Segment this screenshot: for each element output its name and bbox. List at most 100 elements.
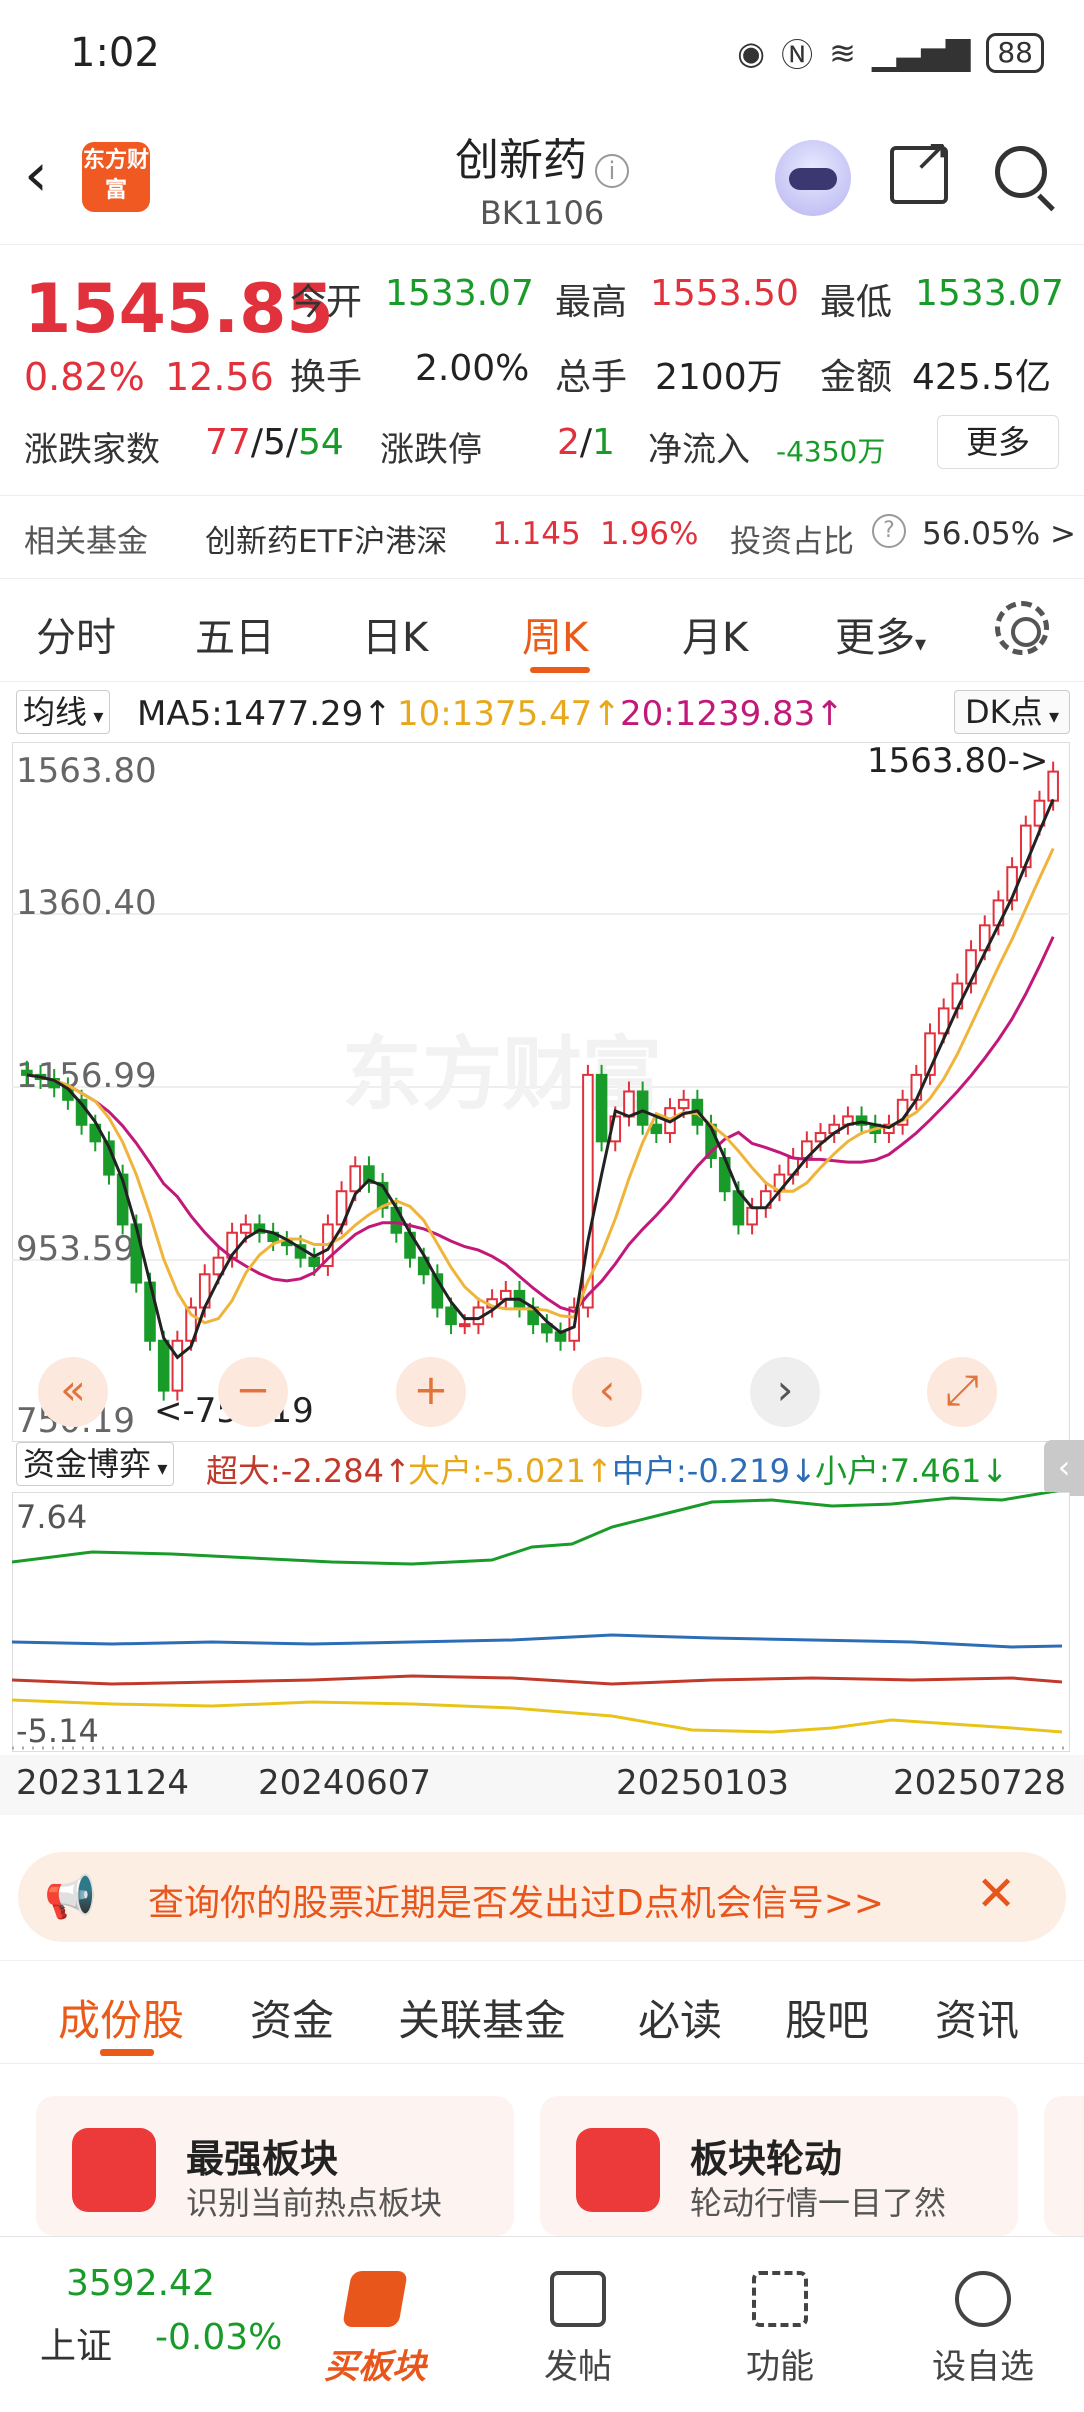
bottom-bar: 3592.42 上证 -0.03% 买板块 发帖 功能 设自选 bbox=[0, 2236, 1084, 2412]
buy-sector-icon bbox=[342, 2271, 408, 2327]
index-name[interactable]: 上证 bbox=[40, 2317, 112, 2369]
ma5-value: MA5:1477.29↑ bbox=[137, 694, 392, 734]
change-value: 12.56 bbox=[165, 355, 274, 399]
tab-5day[interactable]: 五日 bbox=[195, 605, 275, 663]
search-icon[interactable] bbox=[995, 146, 1047, 198]
battery-icon: 88 bbox=[986, 33, 1044, 73]
fund-label: 相关基金 bbox=[24, 524, 148, 560]
indicator-select[interactable]: 均线 ▾ bbox=[16, 690, 111, 734]
small-flow: 小户:7.461↓ bbox=[815, 1452, 1009, 1490]
weekly-k-chart[interactable]: 东方财富 1563.80 1360.40 1156.99 953.59 750.… bbox=[12, 742, 1070, 1442]
ma10-value: 10:1375.47↑ bbox=[397, 694, 621, 734]
function-label: 功能 bbox=[746, 2347, 814, 2387]
caret-down-icon: ▾ bbox=[915, 632, 927, 657]
page-title: 创新药 bbox=[455, 135, 587, 186]
tab-must-read[interactable]: 必读 bbox=[638, 1987, 722, 2048]
super-flow: 超大:-2.284↑ bbox=[206, 1452, 411, 1490]
clock: 1:02 bbox=[70, 30, 160, 76]
index-value[interactable]: 3592.42 bbox=[66, 2263, 215, 2304]
more-button[interactable]: 更多 bbox=[937, 415, 1059, 469]
fullscreen-icon[interactable]: ⤢ bbox=[927, 1357, 997, 1427]
card-sector-rotation[interactable]: 板块轮动 轮动行情一目了然 bbox=[540, 2096, 1018, 2236]
share-icon[interactable] bbox=[890, 130, 950, 204]
scroll-start-icon[interactable]: « bbox=[38, 1357, 108, 1427]
buy-sector-button[interactable]: 买板块 bbox=[300, 2271, 450, 2388]
date-label-3: 20250103 bbox=[616, 1763, 790, 1803]
candle-body bbox=[910, 1073, 923, 1101]
close-icon[interactable]: ✕ bbox=[976, 1866, 1016, 1922]
card-title: 板块轮动 bbox=[690, 2137, 843, 2181]
help-icon[interactable]: ? bbox=[872, 514, 906, 548]
eye-icon: ◉ bbox=[737, 34, 766, 72]
settings-gear-icon[interactable] bbox=[995, 601, 1049, 655]
tab-constituents[interactable]: 成份股 bbox=[58, 1987, 184, 2048]
flow-y-max: 7.64 bbox=[16, 1498, 87, 1536]
fund-indicator-select[interactable]: 资金博弈 ▾ bbox=[16, 1442, 175, 1486]
date-label-2: 20240607 bbox=[258, 1763, 432, 1803]
up-count: 77 bbox=[205, 422, 251, 463]
tab-capital[interactable]: 资金 bbox=[250, 1987, 334, 2048]
index-pct[interactable]: -0.03% bbox=[155, 2317, 282, 2358]
volume-label: 总手 bbox=[555, 357, 628, 398]
tab-news[interactable]: 资讯 bbox=[935, 1987, 1019, 2048]
quote-panel: 1545.85 0.82% 12.56 今开 1533.07 最高 1553.5… bbox=[0, 245, 1084, 490]
sep: / bbox=[579, 422, 593, 463]
tab-weekly-k[interactable]: 周K bbox=[522, 605, 588, 663]
function-button[interactable]: 功能 bbox=[705, 2271, 855, 2388]
fund-name[interactable]: 创新药ETF沪港深 bbox=[205, 516, 447, 561]
card-strongest-sector[interactable]: 最强板块 识别当前热点板块 bbox=[36, 2096, 514, 2236]
watchlist-button[interactable]: 设自选 bbox=[908, 2271, 1058, 2388]
tab-intraday[interactable]: 分时 bbox=[36, 605, 116, 663]
post-button[interactable]: 发帖 bbox=[503, 2271, 653, 2388]
y-label-top: 1563.80 bbox=[16, 751, 157, 791]
status-icons: ◉ Ⓝ ≋ ▁▃▅▇ 88 bbox=[737, 30, 1044, 76]
tab-more[interactable]: 更多▾ bbox=[835, 605, 926, 663]
ratio-value[interactable]: 56.05% > bbox=[922, 516, 1076, 552]
content-tabs: 成份股 资金 关联基金 必读 股吧 资讯 bbox=[0, 1960, 1084, 2064]
related-fund-row[interactable]: 相关基金 创新药ETF沪港深 1.145 1.96% 投资占比 ? 56.05%… bbox=[0, 495, 1084, 575]
zoom-out-icon[interactable]: − bbox=[218, 1357, 288, 1427]
dk-signal-banner[interactable]: 📢 查询你的股票近期是否发出过D点机会信号>> ✕ bbox=[18, 1852, 1066, 1942]
date-axis: 20231124 20240607 20250103 20250728 bbox=[0, 1755, 1084, 1815]
flat-count: 5 bbox=[262, 422, 286, 463]
banner-text[interactable]: 查询你的股票近期是否发出过D点机会信号>> bbox=[148, 1874, 884, 1926]
buy-label: 买板块 bbox=[324, 2347, 426, 2387]
card-next-peek[interactable] bbox=[1044, 2096, 1084, 2236]
card-subtitle: 轮动行情一目了然 bbox=[690, 2184, 947, 2222]
ratio-label: 投资占比 bbox=[730, 524, 854, 560]
turnover-label: 换手 bbox=[290, 357, 363, 398]
fund-flow-chart[interactable]: 7.64 -5.14 bbox=[12, 1492, 1070, 1752]
watchlist-label: 设自选 bbox=[932, 2347, 1034, 2387]
prev-icon[interactable]: ‹ bbox=[572, 1357, 642, 1427]
open-value: 1533.07 bbox=[385, 273, 534, 314]
collapse-arrow-icon[interactable]: ‹ bbox=[1044, 1440, 1084, 1496]
limit-label: 涨跌停 bbox=[380, 430, 482, 470]
high-value: 1553.50 bbox=[650, 273, 799, 314]
wifi-icon: ≋ bbox=[829, 34, 856, 72]
next-icon[interactable]: › bbox=[750, 1357, 820, 1427]
zoom-in-icon[interactable]: + bbox=[396, 1357, 466, 1427]
dk-label: DK点 bbox=[964, 693, 1043, 731]
dk-point-select[interactable]: DK点 ▾ bbox=[953, 690, 1070, 734]
tab-monthly-k[interactable]: 月K bbox=[682, 605, 748, 663]
indicator-label: 均线 bbox=[23, 693, 88, 731]
info-icon[interactable]: i bbox=[595, 153, 629, 188]
high-label: 最高 bbox=[555, 282, 628, 323]
fund-pct: 1.96% bbox=[600, 516, 699, 552]
post-label: 发帖 bbox=[544, 2347, 612, 2387]
grid-icon bbox=[752, 2271, 808, 2327]
assistant-robot-icon[interactable] bbox=[775, 140, 851, 216]
fund-indicator-label: 资金博弈 bbox=[23, 1445, 152, 1483]
tab-related-funds[interactable]: 关联基金 bbox=[398, 1987, 566, 2048]
tab-daily-k[interactable]: 日K bbox=[362, 605, 428, 663]
edit-icon bbox=[550, 2271, 606, 2327]
rotation-icon bbox=[576, 2128, 660, 2212]
signal-icon: ▁▃▅▇ bbox=[871, 34, 971, 72]
fund-price: 1.145 bbox=[492, 516, 581, 552]
candle-body bbox=[746, 1206, 758, 1226]
max-annotation: 1563.80-> bbox=[867, 742, 1048, 781]
flow-y-min: -5.14 bbox=[16, 1712, 99, 1750]
tab-forum[interactable]: 股吧 bbox=[785, 1987, 869, 2048]
status-bar: 1:02 ◉ Ⓝ ≋ ▁▃▅▇ 88 bbox=[0, 0, 1084, 110]
big-flow: 大户:-5.021↑ bbox=[408, 1452, 613, 1490]
